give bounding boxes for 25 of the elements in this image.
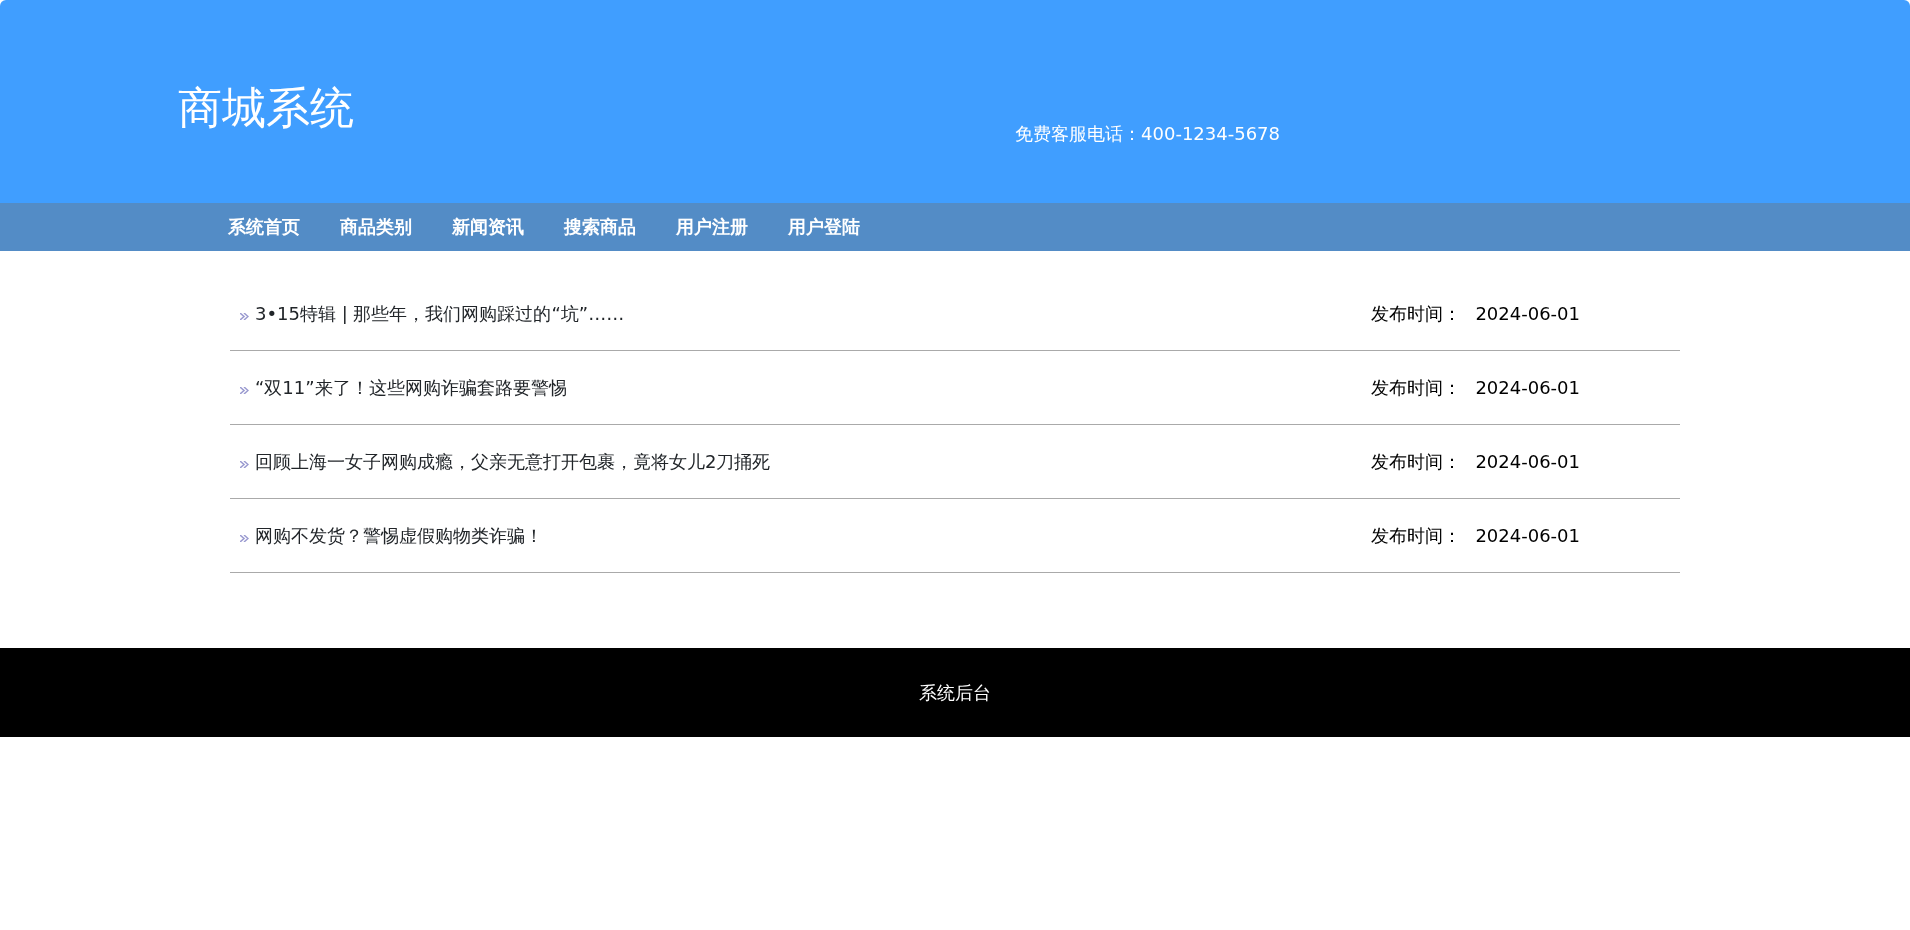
double-chevron-icon <box>240 313 249 320</box>
date-text: 2024-06-01 <box>1475 451 1580 472</box>
double-chevron-icon <box>240 461 249 468</box>
double-chevron-icon <box>240 535 249 542</box>
nav-link[interactable]: 用户登陆 <box>788 203 860 251</box>
date-text: 2024-06-01 <box>1475 303 1580 324</box>
nav-link[interactable]: 系统首页 <box>228 203 300 251</box>
date-label: 发布时间： <box>1371 525 1462 546</box>
date-label: 发布时间： <box>1371 303 1462 324</box>
news-title-link[interactable]: 网购不发货？警惕虚假购物类诈骗！ <box>255 522 543 549</box>
date-text: 2024-06-01 <box>1475 377 1580 398</box>
nav-link[interactable]: 商品类别 <box>340 203 412 251</box>
hotline-text: 免费客服电话：400-1234-5678 <box>1015 122 1281 146</box>
news-title-link[interactable]: “双11”来了！这些网购诈骗套路要警惕 <box>255 374 567 401</box>
nav-link[interactable]: 新闻资讯 <box>452 203 524 251</box>
date-label: 发布时间： <box>1371 451 1462 472</box>
date-text: 2024-06-01 <box>1475 525 1580 546</box>
site-title: 商城系统 <box>177 81 354 135</box>
admin-link[interactable]: 系统后台 <box>919 679 991 706</box>
date-label: 发布时间： <box>1371 377 1462 398</box>
double-chevron-icon <box>240 387 249 394</box>
nav-link[interactable]: 用户注册 <box>676 203 748 251</box>
news-title-link[interactable]: 3•15特辑 | 那些年，我们网购踩过的“坑”…… <box>255 300 625 327</box>
nav-link[interactable]: 搜索商品 <box>564 203 636 251</box>
news-title-link[interactable]: 回顾上海一女子网购成瘾，父亲无意打开包裹，竟将女儿2刀捅死 <box>255 448 771 475</box>
